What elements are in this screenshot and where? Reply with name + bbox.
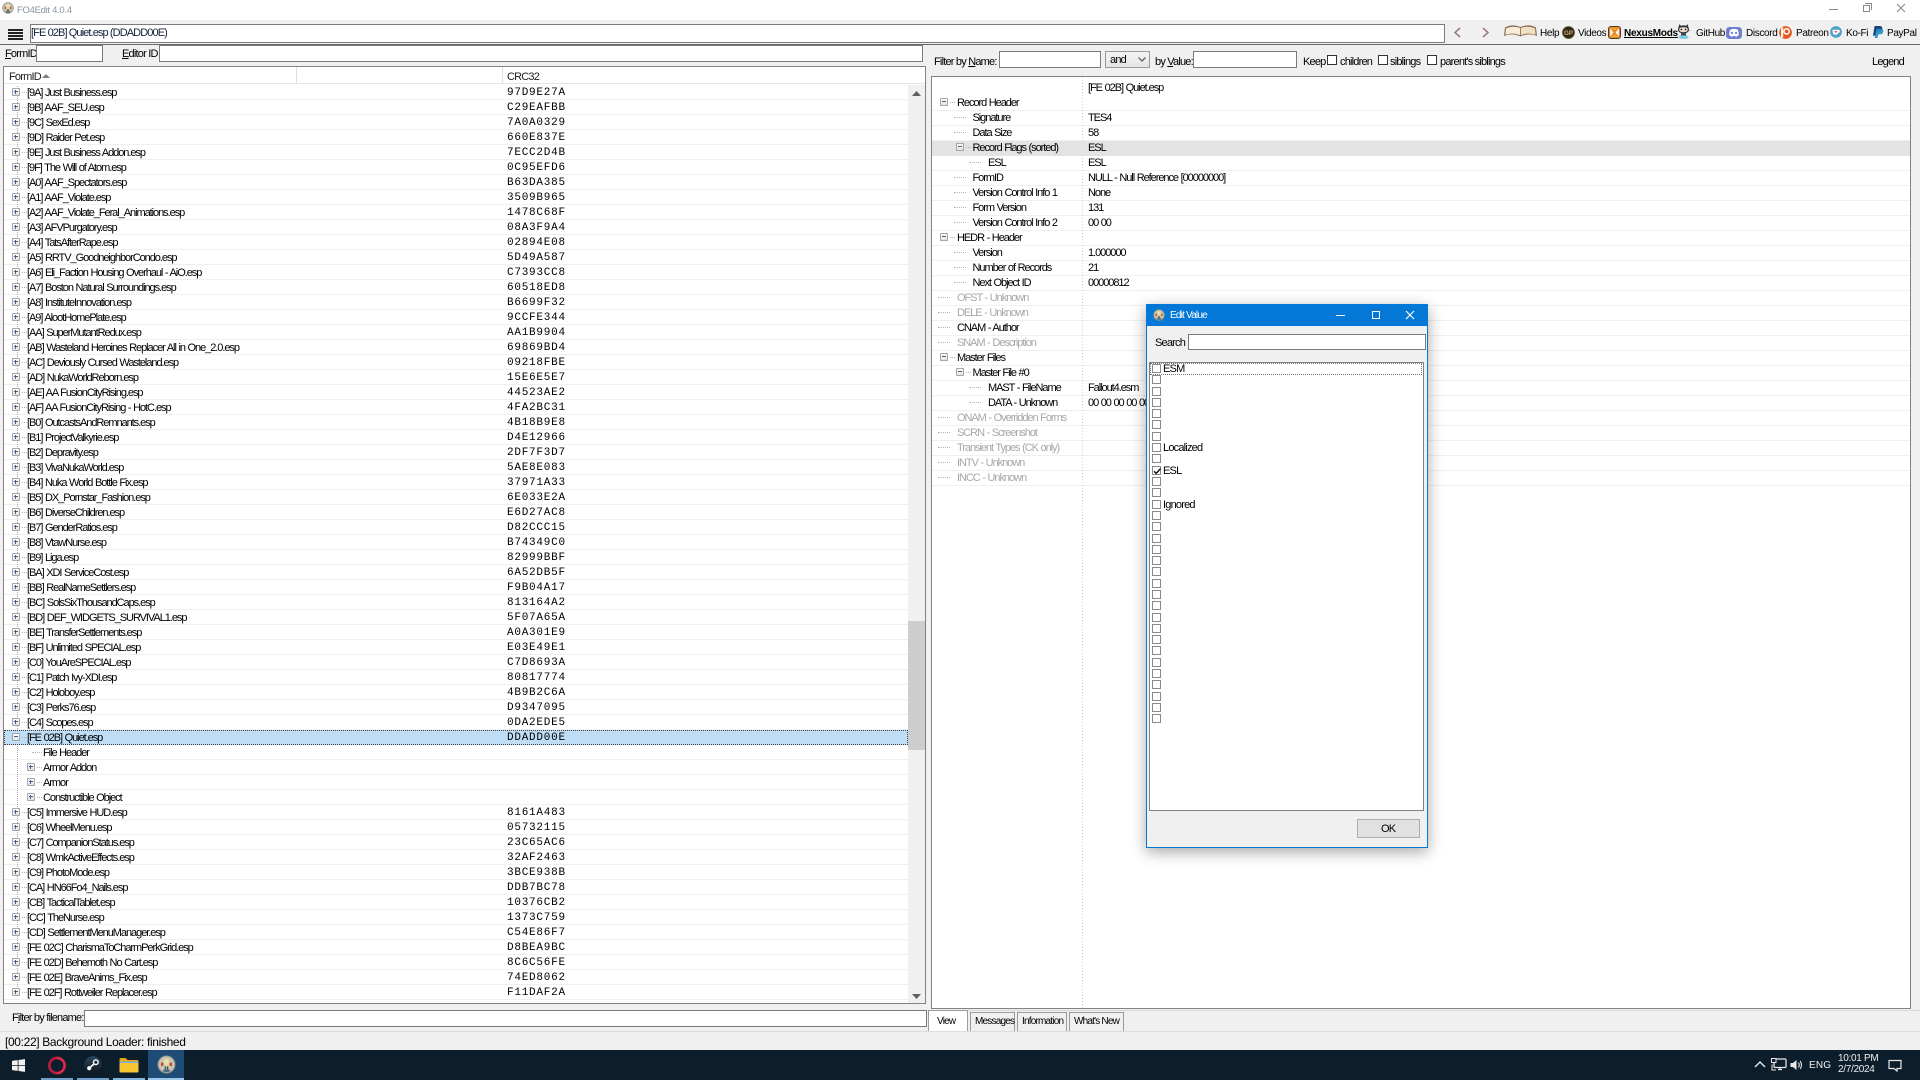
svg-text:GP: GP [1564,30,1573,37]
